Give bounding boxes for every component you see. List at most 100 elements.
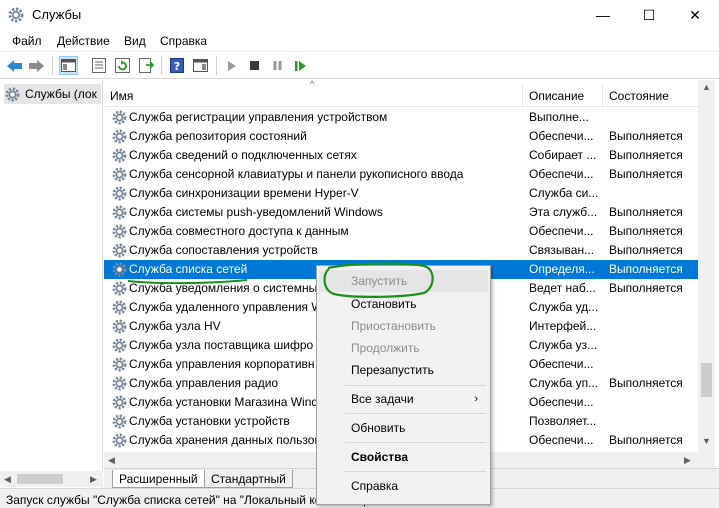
vertical-scroll-thumb[interactable] xyxy=(701,363,712,397)
menu-item-refresh[interactable]: Обновить xyxy=(319,417,488,439)
tree-item-label: Службы (лок xyxy=(25,87,97,101)
properties-icon xyxy=(91,58,106,73)
minimize-button[interactable]: — xyxy=(580,0,626,30)
svg-text:?: ? xyxy=(173,60,179,73)
menu-item-all-tasks[interactable]: Все задачи › xyxy=(319,388,488,410)
menu-item-help[interactable]: Справка xyxy=(319,475,488,497)
close-button[interactable]: ✕ xyxy=(672,0,718,30)
service-state: Выполняется xyxy=(609,262,683,276)
menu-file[interactable]: Файл xyxy=(12,34,42,48)
refresh-icon xyxy=(115,58,130,73)
table-row[interactable]: Служба совместного доступа к данным Обесп… xyxy=(104,222,698,241)
forward-button[interactable] xyxy=(27,56,46,75)
back-arrow-icon xyxy=(7,59,22,72)
start-service-button[interactable] xyxy=(222,56,241,75)
service-state: Выполняется xyxy=(609,148,683,162)
table-row[interactable]: Служба сопоставления устройств Связыван..… xyxy=(104,241,698,260)
service-gear-icon xyxy=(112,186,127,201)
menu-item-restart[interactable]: Перезапустить xyxy=(319,359,488,381)
list-header: ^ Имя Описание Состояние xyxy=(104,80,698,107)
properties-toolbar-button[interactable] xyxy=(89,56,108,75)
scroll-right-icon[interactable]: ▶ xyxy=(90,474,97,485)
export-list-button[interactable] xyxy=(137,56,156,75)
menu-item-properties[interactable]: Свойства xyxy=(319,446,488,468)
service-name: Служба репозитория состояний xyxy=(129,129,307,143)
tab-standard[interactable]: Стандартный xyxy=(204,470,293,488)
service-state: Выполняется xyxy=(609,167,683,181)
scroll-down-icon[interactable]: ▼ xyxy=(702,436,711,446)
tree-scroll-thumb[interactable] xyxy=(17,474,63,484)
forward-arrow-icon xyxy=(29,59,44,72)
table-row[interactable]: Служба сенсорной клавиатуры и панели рук… xyxy=(104,165,698,184)
service-description: Служба уз... xyxy=(529,338,598,352)
scroll-left-icon[interactable]: ◀ xyxy=(108,455,115,466)
column-header-description[interactable]: Описание xyxy=(523,85,603,107)
menu-action[interactable]: Действие xyxy=(57,34,110,48)
vertical-scrollbar[interactable]: ▲ ▼ xyxy=(698,80,715,468)
service-name: Служба регистрации управления устройство… xyxy=(129,110,388,124)
column-header-name[interactable]: Имя xyxy=(104,85,523,107)
pause-icon xyxy=(273,61,282,70)
table-row[interactable]: Служба сведений о подключенных сетях Соби… xyxy=(104,146,698,165)
menu-item-start[interactable]: Запустить xyxy=(319,270,488,292)
maximize-button[interactable]: ☐ xyxy=(626,0,672,30)
console-tree: Службы (лок ◀ ▶ xyxy=(0,80,103,488)
service-name: Служба совместного доступа к данным xyxy=(129,224,349,238)
service-description: Ведет наб... xyxy=(529,281,596,295)
tree-item-services-local[interactable]: Службы (лок xyxy=(4,84,101,104)
menu-item-pause[interactable]: Приостановить xyxy=(319,315,488,337)
show-tree-button[interactable] xyxy=(59,56,78,75)
help-icon: ? xyxy=(169,58,184,73)
service-state: Выполняется xyxy=(609,224,683,238)
menu-item-resume[interactable]: Продолжить xyxy=(319,337,488,359)
service-gear-icon xyxy=(112,262,127,277)
table-row[interactable]: Служба регистрации управления устройство… xyxy=(104,108,698,127)
service-state xyxy=(609,298,697,317)
service-gear-icon xyxy=(112,357,127,372)
table-row[interactable]: Служба синхронизации времени Hyper-V Служ… xyxy=(104,184,698,203)
refresh-toolbar-button[interactable] xyxy=(113,56,132,75)
table-row[interactable]: Служба репозитория состояний Обеспечи... В… xyxy=(104,127,698,146)
service-gear-icon xyxy=(112,319,127,334)
submenu-chevron-icon: › xyxy=(474,393,478,405)
service-state: Выполняется xyxy=(609,129,683,143)
toolbar-separator xyxy=(52,56,53,75)
service-state: Выполняется xyxy=(609,281,683,295)
service-description: Эта служб... xyxy=(529,205,598,219)
scroll-left-icon[interactable]: ◀ xyxy=(4,474,11,485)
service-state: Выполняется xyxy=(609,433,683,447)
menu-item-all-tasks-label: Все задачи xyxy=(351,392,414,406)
service-description: Определя... xyxy=(529,262,595,276)
service-description: Обеспечи... xyxy=(529,167,594,181)
back-button[interactable] xyxy=(5,56,24,75)
service-gear-icon xyxy=(112,300,127,315)
service-description: Обеспечи... xyxy=(529,129,594,143)
service-state xyxy=(609,336,697,355)
service-description: Связыван... xyxy=(529,243,595,257)
scroll-right-icon[interactable]: ▶ xyxy=(684,455,691,466)
show-action-pane-button[interactable] xyxy=(191,56,210,75)
tab-extended[interactable]: Расширенный xyxy=(112,470,205,488)
restart-service-button[interactable] xyxy=(291,56,310,75)
services-gear-icon xyxy=(8,7,24,23)
menu-help[interactable]: Справка xyxy=(160,34,207,48)
menu-separator xyxy=(345,471,486,472)
menu-item-stop[interactable]: Остановить xyxy=(319,293,488,315)
pause-service-button[interactable] xyxy=(268,56,287,75)
scroll-up-icon[interactable]: ▲ xyxy=(702,82,711,92)
stop-service-button[interactable] xyxy=(245,56,264,75)
service-description: Служба уп... xyxy=(529,376,599,390)
service-gear-icon xyxy=(112,395,127,410)
toolbar-separator xyxy=(216,56,217,75)
service-gear-icon xyxy=(112,167,127,182)
service-gear-icon xyxy=(112,224,127,239)
console-tree-icon xyxy=(61,59,76,72)
table-row[interactable]: Служба системы push-уведомлений Windows Э… xyxy=(104,203,698,222)
menu-view[interactable]: Вид xyxy=(124,34,146,48)
column-header-state[interactable]: Состояние xyxy=(603,85,694,107)
menu-bar: Файл Действие Вид Справка xyxy=(0,30,719,52)
export-list-icon xyxy=(139,58,154,73)
service-description: Выполне... xyxy=(529,110,589,124)
tree-horizontal-scrollbar[interactable]: ◀ ▶ xyxy=(0,471,103,487)
help-toolbar-button[interactable]: ? xyxy=(167,56,186,75)
